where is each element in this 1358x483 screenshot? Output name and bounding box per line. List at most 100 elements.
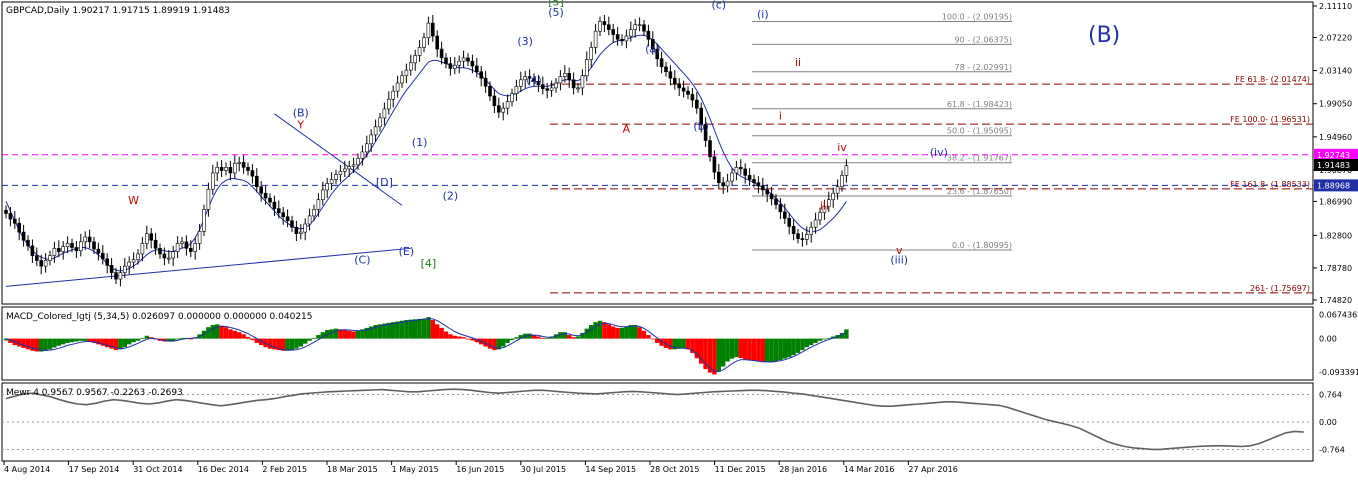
macd-bar xyxy=(399,320,405,339)
candle-body xyxy=(382,108,387,119)
macd-bar xyxy=(417,318,422,339)
y-tick-label: 2.03140 xyxy=(1319,67,1352,76)
candle-body xyxy=(466,57,470,62)
macd-bar xyxy=(685,338,691,350)
candle-body xyxy=(294,226,299,235)
candle-body xyxy=(202,209,206,232)
macd-bar xyxy=(316,335,321,339)
price-tag-label: 1.92743 xyxy=(1317,151,1350,160)
macd-bar xyxy=(575,336,581,339)
wave-label: (a) xyxy=(645,42,660,55)
macd-y-tick-label: 0.00 xyxy=(1319,335,1337,344)
candle-body xyxy=(796,233,800,239)
macd-bar xyxy=(668,338,673,350)
candle-body xyxy=(281,212,286,218)
candle-body xyxy=(158,248,162,255)
wave-label: (3) xyxy=(517,35,533,48)
fib-extension-label: 261- (1.75697) xyxy=(1250,284,1310,293)
candle-body xyxy=(681,87,686,92)
candle-body xyxy=(668,71,673,79)
candle-body xyxy=(123,265,127,273)
candle-body xyxy=(215,166,219,174)
candle-body xyxy=(567,73,572,81)
y-tick-label: 1.74820 xyxy=(1319,296,1352,305)
wave-label: iii xyxy=(820,199,829,212)
candle-body xyxy=(774,198,778,205)
macd-header: MACD_Colored_lgtj (5,34,5) 0.026097 0.00… xyxy=(6,312,313,322)
candle-body xyxy=(501,107,506,113)
macd-bar xyxy=(545,337,550,339)
candle-body xyxy=(30,245,35,256)
candle-body xyxy=(514,85,519,94)
macd-bar xyxy=(347,330,352,339)
wave-label: A xyxy=(623,122,631,135)
y-tick-label: 1.86990 xyxy=(1319,197,1352,206)
candle-body xyxy=(4,209,8,214)
macd-bar xyxy=(43,338,48,351)
candle-body xyxy=(224,166,228,171)
macd-bar xyxy=(536,336,541,339)
candle-body xyxy=(765,189,770,195)
candle-body xyxy=(114,272,118,280)
candle-body xyxy=(237,162,241,164)
x-tick-label: 16 Jun 2015 xyxy=(456,465,504,474)
macd-bar xyxy=(567,335,572,339)
candle-body xyxy=(474,65,479,73)
price-tag-label: 1.91483 xyxy=(1317,161,1350,170)
candle-body xyxy=(118,272,123,280)
x-tick-label: 28 Oct 2015 xyxy=(650,465,699,474)
candle-body xyxy=(268,197,272,203)
candle-body xyxy=(800,238,805,240)
candle-body xyxy=(576,87,580,90)
macd-bar xyxy=(641,330,647,339)
candle-body xyxy=(549,87,554,91)
candle-body xyxy=(633,24,638,30)
x-tick-label: 28 Jan 2016 xyxy=(779,465,827,474)
candle-body xyxy=(782,211,787,219)
fib-level-label: 61.8 - (1.98423) xyxy=(947,100,1012,109)
candle-body xyxy=(646,30,651,40)
candle-body xyxy=(83,236,87,243)
wave-label: (1) xyxy=(412,136,428,149)
candle-body xyxy=(813,219,818,228)
candle-body xyxy=(672,77,677,85)
macd-bar xyxy=(21,338,26,348)
macd-bar xyxy=(650,338,655,340)
macd-bar xyxy=(773,338,779,362)
candle-body xyxy=(580,75,585,89)
candle-body xyxy=(290,220,294,228)
candle-body xyxy=(105,258,109,266)
macd-bar xyxy=(813,338,818,343)
candle-body xyxy=(809,226,814,235)
macd-bar xyxy=(725,338,730,362)
macd-bar xyxy=(250,338,255,341)
macd-bar xyxy=(219,325,224,339)
candle-body xyxy=(17,222,22,233)
candle-body xyxy=(153,239,158,249)
macd-bar xyxy=(514,337,519,339)
macd-bar xyxy=(681,338,686,348)
wave-label: (E) xyxy=(399,245,415,258)
wave-label: (iii) xyxy=(890,254,908,267)
candle-body xyxy=(624,35,629,42)
candle-body xyxy=(285,216,290,222)
candle-body xyxy=(606,24,611,30)
macd-bar xyxy=(355,330,361,339)
macd-bar xyxy=(413,319,418,339)
macd-bar xyxy=(721,338,726,367)
fib-level-label: 23.6 - (1.87650) xyxy=(947,187,1012,196)
candle-body xyxy=(444,57,448,64)
macd-bar xyxy=(492,338,497,351)
candle-body xyxy=(39,260,44,267)
wave-label: iv xyxy=(837,141,847,154)
macd-bar xyxy=(769,338,774,363)
macd-bar xyxy=(628,325,633,339)
macd-bar xyxy=(487,338,493,349)
macd-bar xyxy=(122,338,127,348)
candle-body xyxy=(457,60,462,66)
macd-bar xyxy=(633,325,638,339)
macd-bar xyxy=(83,338,88,341)
candle-body xyxy=(554,82,558,89)
candle-body xyxy=(545,88,550,91)
macd-bar xyxy=(289,338,295,351)
